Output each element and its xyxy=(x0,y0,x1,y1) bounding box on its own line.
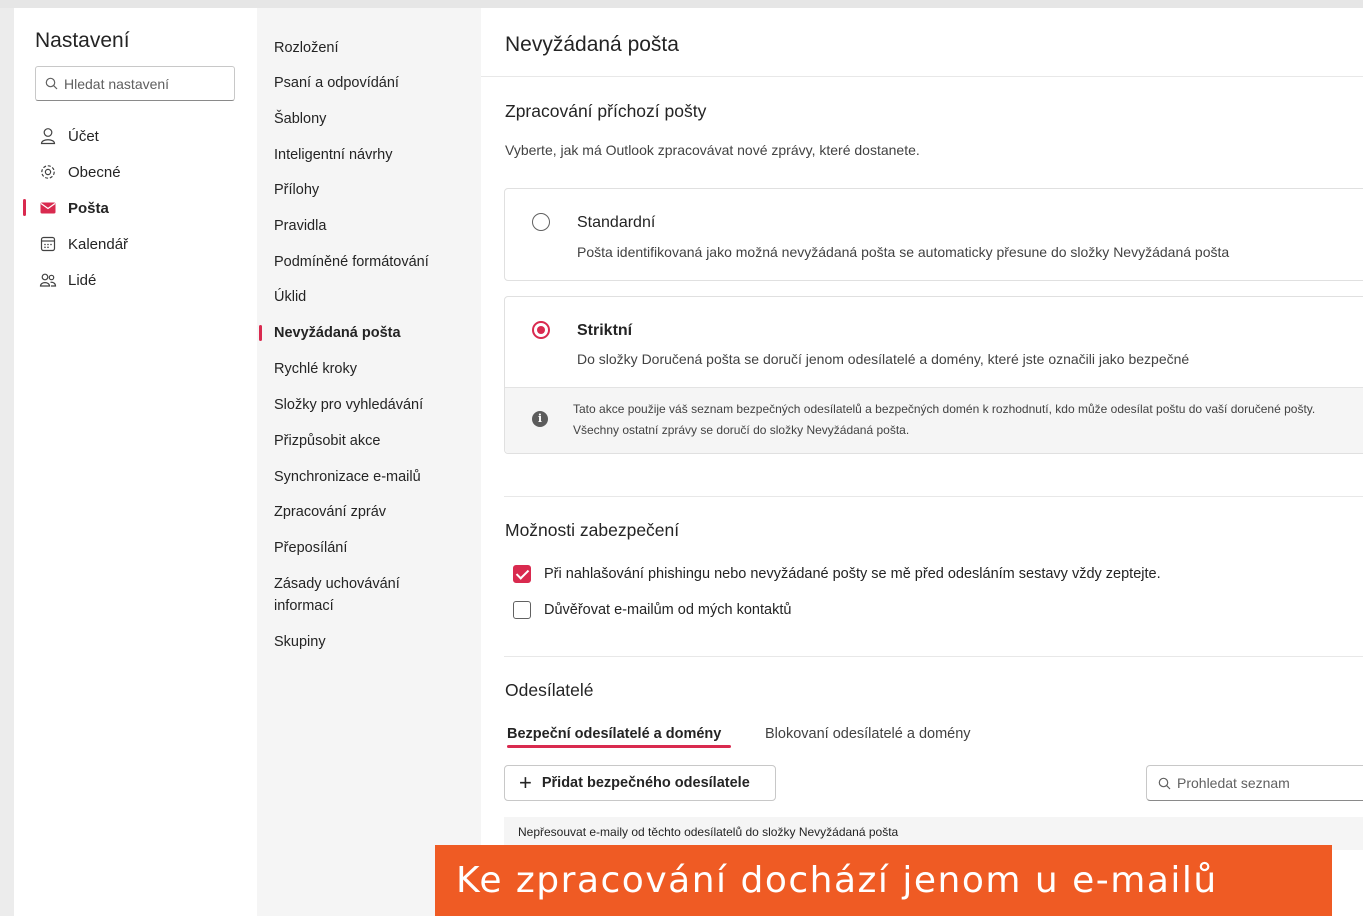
subnav-item-junk-email[interactable]: Nevyžádaná pošta xyxy=(257,322,415,344)
trust-contacts-option[interactable]: Důvěřovat e-mailům od mých kontaktů xyxy=(513,601,791,619)
settings-nav-label: Obecné xyxy=(68,163,121,181)
subnav-item-groups[interactable]: Skupiny xyxy=(257,631,340,653)
settings-nav-item-account[interactable]: Účet xyxy=(14,118,257,154)
subnav-item-sync-email[interactable]: Synchronizace e-mailů xyxy=(257,466,435,488)
subnav-item-sweep[interactable]: Úklid xyxy=(257,286,320,308)
incoming-mail-heading: Zpracování příchozí pošty xyxy=(505,101,707,121)
add-safe-sender-label: Přidat bezpečného odesílatele xyxy=(541,775,750,791)
divider xyxy=(504,656,1363,657)
ask-before-report-checkbox[interactable] xyxy=(513,565,531,583)
plus-icon: + xyxy=(519,770,532,795)
settings-nav-label: Kalendář xyxy=(68,235,129,253)
subnav-item-conditional-formatting[interactable]: Podmíněné formátování xyxy=(257,251,443,273)
settings-nav-list: Účet Obecné Pošta Kalendář Lidé xyxy=(14,118,257,298)
settings-nav-item-people[interactable]: Lidé xyxy=(14,262,257,298)
person-icon xyxy=(40,128,56,145)
option-description: Do složky Doručená pošta se doručí jenom… xyxy=(577,351,1190,367)
checkbox-label: Při nahlašování phishingu nebo nevyžádan… xyxy=(544,566,1161,582)
caption-banner: Ke zpracování dochází jenom u e-mailů xyxy=(435,845,1332,916)
settings-nav-item-general[interactable]: Obecné xyxy=(14,154,257,190)
subnav-item-search-folders[interactable]: Složky pro vyhledávání xyxy=(257,394,437,416)
option-description: Pošta identifikovaná jako možná nevyžáda… xyxy=(577,244,1230,260)
subnav-item-quick-steps[interactable]: Rychlé kroky xyxy=(257,358,371,380)
page-title: Nevyžádaná pošta xyxy=(505,33,679,56)
active-tab-indicator xyxy=(507,745,731,748)
people-icon xyxy=(39,273,57,287)
mail-icon xyxy=(40,202,56,214)
mail-settings-subnav: Rozložení Psaní a odpovídání Šablony Int… xyxy=(257,8,481,916)
settings-nav-label: Pošta xyxy=(68,199,109,217)
info-icon: i xyxy=(532,411,548,427)
settings-nav: Nastavení Hledat nastavení Účet Obecné P… xyxy=(14,8,257,916)
option-standard-card[interactable]: Standardní Pošta identifikovaná jako mož… xyxy=(504,188,1363,281)
option-strict-card[interactable]: Striktní Do složky Doručená pošta se dor… xyxy=(504,296,1363,454)
subnav-item-smart-suggestions[interactable]: Inteligentní návrhy xyxy=(257,144,407,166)
option-title: Striktní xyxy=(577,322,633,339)
settings-search-placeholder: Hledat nastavení xyxy=(64,75,170,92)
info-text: Tato akce použije váš seznam bezpečných … xyxy=(573,402,1316,437)
search-icon xyxy=(45,77,58,90)
window-top-strip xyxy=(0,0,1363,8)
subnav-item-forwarding[interactable]: Přeposílání xyxy=(257,537,361,559)
settings-search-input[interactable]: Hledat nastavení xyxy=(35,66,235,101)
subnav-item-label: Nevyžádaná pošta xyxy=(274,325,401,341)
calendar-icon xyxy=(40,236,56,252)
strict-radio[interactable] xyxy=(532,321,550,339)
active-indicator xyxy=(23,199,26,216)
strict-info-message: i Tato akce použije váš seznam bezpečnýc… xyxy=(505,387,1363,453)
divider xyxy=(481,76,1363,77)
add-safe-sender-button[interactable]: + Přidat bezpečného odesílatele xyxy=(504,765,776,801)
option-title: Standardní xyxy=(577,214,656,231)
subnav-item-retention-policies[interactable]: Zásady uchovávání informací xyxy=(257,573,437,617)
incoming-mail-description: Vyberte, jak má Outlook zpracovávat nové… xyxy=(505,142,920,158)
subnav-item-layout[interactable]: Rozložení xyxy=(257,37,352,59)
subnav-item-compose[interactable]: Psaní a odpovídání xyxy=(257,72,413,94)
settings-nav-item-mail[interactable]: Pošta xyxy=(14,190,257,226)
checkbox-label: Důvěřovat e-mailům od mých kontaktů xyxy=(544,602,792,618)
subnav-item-attachments[interactable]: Přílohy xyxy=(257,179,333,201)
gear-icon xyxy=(41,165,55,179)
active-indicator xyxy=(259,325,262,341)
list-search-input[interactable]: Prohledat seznam xyxy=(1146,765,1363,801)
security-options-heading: Možnosti zabezpečení xyxy=(505,520,680,540)
settings-nav-item-calendar[interactable]: Kalendář xyxy=(14,226,257,262)
settings-title: Nastavení xyxy=(35,29,130,52)
settings-nav-label: Lidé xyxy=(68,271,97,289)
junk-email-settings-panel: Nevyžádaná pošta Zpracování příchozí poš… xyxy=(481,8,1363,916)
subnav-item-templates[interactable]: Šablony xyxy=(257,108,340,130)
standard-radio[interactable] xyxy=(532,213,550,231)
tab-safe-senders[interactable]: Bezpeční odesílatelé a domény xyxy=(507,726,721,742)
trust-contacts-checkbox[interactable] xyxy=(513,601,531,619)
subnav-item-message-handling[interactable]: Zpracování zpráv xyxy=(257,501,400,523)
subnav-item-customize-actions[interactable]: Přizpůsobit akce xyxy=(257,430,394,452)
list-search-placeholder: Prohledat seznam xyxy=(1177,775,1290,791)
search-icon xyxy=(1158,777,1171,789)
divider xyxy=(504,496,1363,497)
ask-before-report-option[interactable]: Při nahlašování phishingu nebo nevyžádan… xyxy=(513,565,1161,583)
tab-blocked-senders[interactable]: Blokovaní odesílatelé a domény xyxy=(765,726,971,742)
subnav-item-rules[interactable]: Pravidla xyxy=(257,215,340,237)
senders-heading: Odesílatelé xyxy=(505,680,594,700)
settings-nav-label: Účet xyxy=(68,127,99,145)
